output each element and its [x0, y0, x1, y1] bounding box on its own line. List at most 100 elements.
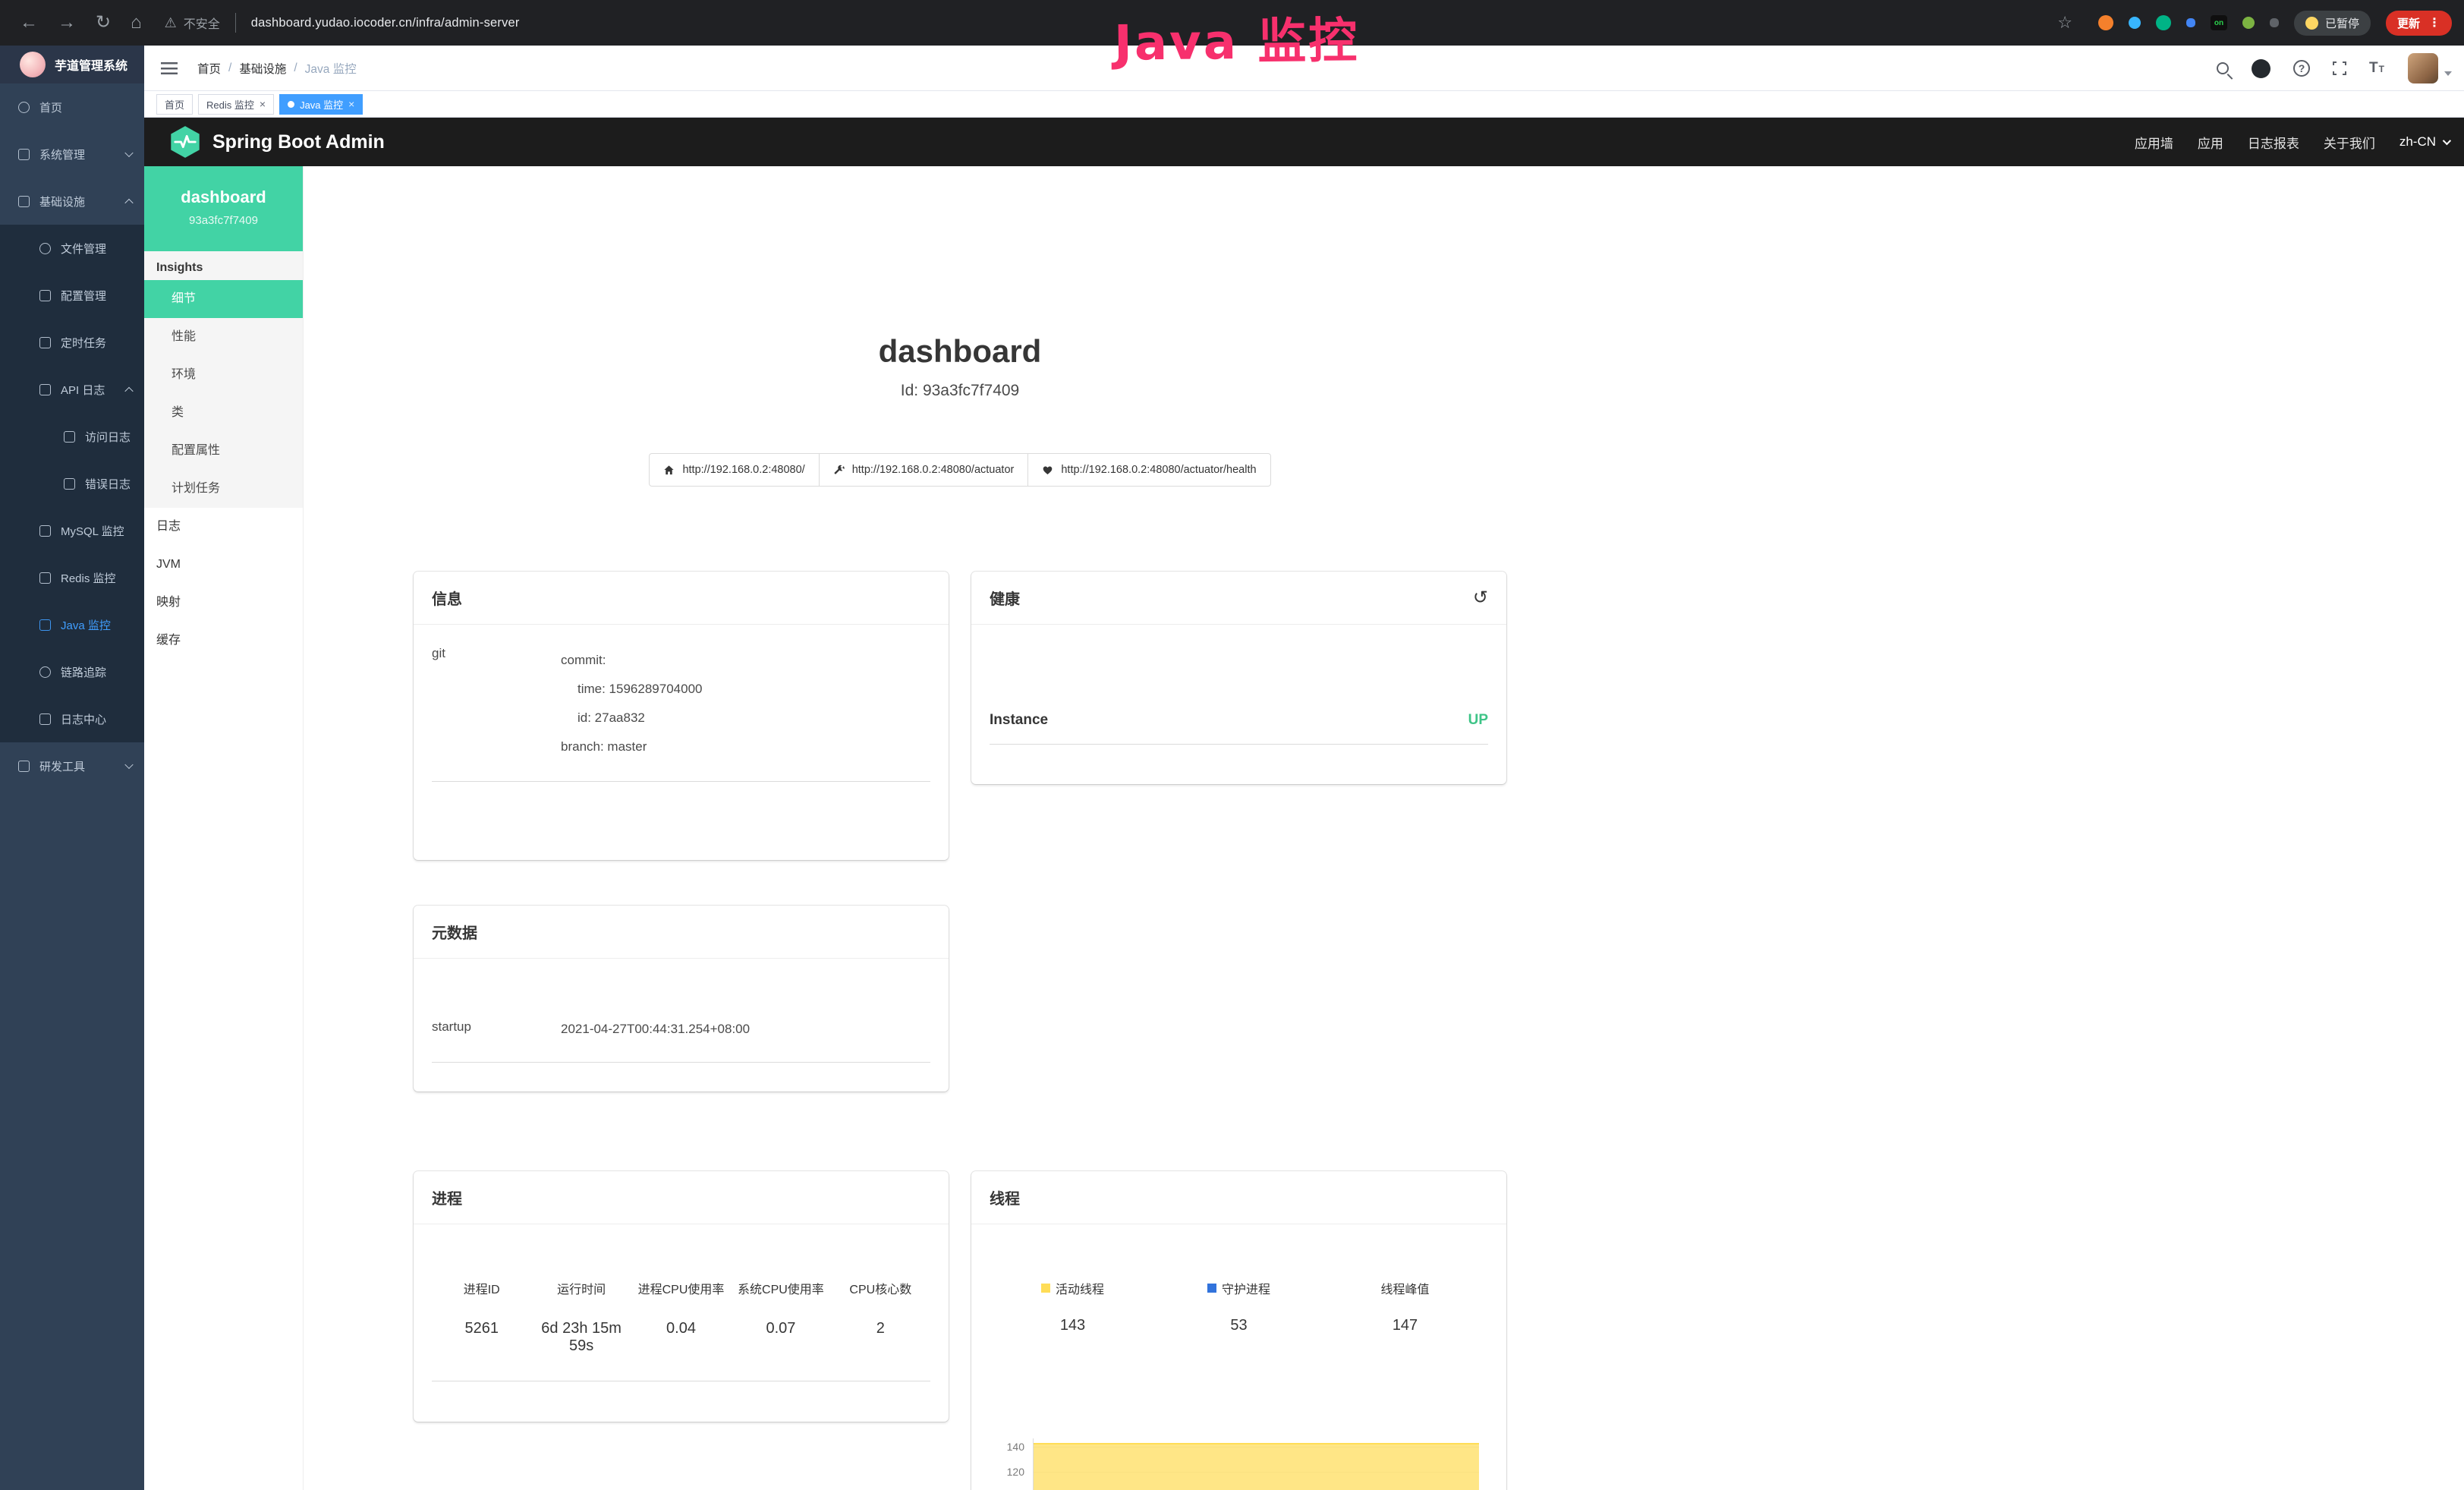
instance-name: dashboard	[144, 187, 303, 207]
sidebar-item-config-manage[interactable]: 配置管理	[0, 272, 144, 319]
home-icon	[663, 465, 675, 476]
breadcrumb-separator: /	[294, 61, 297, 75]
sba-item-jvm[interactable]: JVM	[144, 546, 303, 584]
warning-icon: ⚠	[165, 15, 177, 31]
instance-header: dashboard 93a3fc7f7409	[144, 166, 303, 251]
sidebar-item-file-manage[interactable]: 文件管理	[0, 225, 144, 272]
extension-icon-3[interactable]	[2156, 15, 2171, 30]
sidebar-item-error-logs[interactable]: 错误日志	[0, 460, 144, 507]
sidebar-item-infrastructure[interactable]: 基础设施	[0, 178, 144, 225]
site-security[interactable]: ⚠ 不安全	[165, 14, 220, 32]
wrench-icon	[833, 465, 845, 476]
sba-item-metrics[interactable]: 性能	[144, 318, 303, 356]
back-icon[interactable]: ←	[20, 0, 38, 46]
sidebar-item-access-logs[interactable]: 访问日志	[0, 413, 144, 460]
extension-icon-5[interactable]	[2242, 17, 2255, 29]
sba-item-details[interactable]: 细节	[144, 280, 303, 318]
health-card-title: 健康	[990, 587, 1020, 609]
user-menu[interactable]	[2408, 53, 2452, 83]
tag-home[interactable]: 首页	[156, 94, 193, 115]
fullscreen-icon[interactable]	[2333, 61, 2346, 75]
tag-redis-monitor[interactable]: Redis 监控 ×	[198, 94, 274, 115]
url-bar[interactable]: dashboard.yudao.iocoder.cn/infra/admin-s…	[251, 16, 520, 30]
actuator-url-button[interactable]: http://192.168.0.2:48080/actuator	[819, 453, 1029, 487]
sidebar-item-scheduled-tasks[interactable]: 定时任务	[0, 319, 144, 366]
threads-legend: 活动线程 143 守护进程 53	[990, 1279, 1488, 1334]
chevron-down-icon	[124, 761, 133, 769]
sba-nav-journal[interactable]: 日志报表	[2248, 133, 2299, 152]
sba-nav-about[interactable]: 关于我们	[2324, 133, 2375, 152]
security-label: 不安全	[184, 14, 220, 32]
close-icon[interactable]: ×	[348, 99, 354, 109]
close-icon[interactable]: ×	[260, 99, 266, 109]
github-icon[interactable]	[2252, 59, 2270, 78]
sidebar-item-mysql-monitor[interactable]: MySQL 监控	[0, 507, 144, 554]
service-url-button[interactable]: http://192.168.0.2:48080/	[649, 453, 819, 487]
trace-icon	[39, 666, 51, 678]
api-log-icon	[39, 384, 51, 395]
sba-content: dashboard Id: 93a3fc7f7409 http://192.16…	[304, 166, 2464, 1490]
health-url-button[interactable]: http://192.168.0.2:48080/actuator/health	[1027, 453, 1270, 487]
metadata-key: startup	[432, 1019, 561, 1039]
history-icon[interactable]: ↺	[1473, 589, 1488, 607]
sba-item-logs[interactable]: 日志	[144, 508, 303, 546]
browser-actions: ☆ on 已暂停 更新 ⋮	[2057, 0, 2452, 46]
bookmark-star-icon[interactable]: ☆	[2057, 13, 2072, 33]
threads-card: 线程 活动线程 143	[971, 1171, 1506, 1490]
help-icon[interactable]: ?	[2293, 60, 2310, 77]
sba-item-config-props[interactable]: 配置属性	[144, 432, 303, 470]
sba-nav-wallboard[interactable]: 应用墙	[2135, 133, 2173, 152]
extension-icon-2[interactable]	[2129, 17, 2141, 29]
sba-brand[interactable]: Spring Boot Admin	[170, 125, 385, 159]
sba-nav-applications[interactable]: 应用	[2198, 133, 2223, 152]
extension-icon-4[interactable]	[2186, 18, 2195, 27]
breadcrumb-infrastructure[interactable]: 基础设施	[239, 60, 286, 77]
extensions-puzzle-icon[interactable]	[2270, 18, 2279, 27]
font-size-icon[interactable]: TT	[2369, 60, 2385, 77]
yellow-legend-swatch	[1041, 1284, 1050, 1293]
process-stats: 进程ID 5261 运行时间 6d 23h 15m 59s 进程CPU使用率 0…	[432, 1279, 930, 1381]
sidebar-item-java-monitor[interactable]: Java 监控	[0, 601, 144, 648]
forward-icon[interactable]: →	[58, 0, 76, 46]
sba-item-environment[interactable]: 环境	[144, 356, 303, 394]
process-stat: 进程CPU使用率 0.04	[631, 1279, 731, 1355]
metadata-card: 元数据 startup 2021-04-27T00:44:31.254+08:0…	[414, 906, 949, 1092]
sba-item-scheduled[interactable]: 计划任务	[144, 470, 303, 508]
sidebar-item-api-logs[interactable]: API 日志	[0, 366, 144, 413]
sidebar-item-trace[interactable]: 链路追踪	[0, 648, 144, 695]
process-card: 进程 进程ID 5261 运行时间 6d 23h 15m 59s	[414, 1171, 949, 1422]
info-key: git	[432, 646, 561, 761]
app-title: 芋道管理系统	[55, 55, 127, 74]
app-logo-row[interactable]: 芋道管理系统	[0, 46, 144, 83]
avatar[interactable]	[2408, 53, 2438, 83]
sidebar-item-redis-monitor[interactable]: Redis 监控	[0, 554, 144, 601]
annotation-text: Java 监控	[1114, 2, 1360, 74]
search-icon[interactable]	[2217, 62, 2229, 74]
switch-extension-icon[interactable]: on	[2211, 15, 2227, 30]
health-instance-label: Instance	[990, 712, 1048, 729]
instance-id-line: Id: 93a3fc7f7409	[414, 382, 1506, 400]
profile-paused-badge[interactable]: 已暂停	[2294, 11, 2371, 36]
chevron-up-icon	[124, 387, 133, 395]
sba-item-mappings[interactable]: 映射	[144, 584, 303, 622]
breadcrumb-home[interactable]: 首页	[197, 60, 221, 77]
sidebar-item-log-center[interactable]: 日志中心	[0, 695, 144, 742]
sidebar-item-system[interactable]: 系统管理	[0, 131, 144, 178]
heart-icon	[1042, 465, 1053, 476]
hamburger-icon[interactable]	[161, 62, 178, 74]
locale-select[interactable]: zh-CN	[2399, 134, 2449, 150]
reload-icon[interactable]: ↻	[96, 0, 111, 46]
sba-nav: 应用墙 应用 日志报表 关于我们 zh-CN	[2135, 118, 2449, 166]
update-button[interactable]: 更新 ⋮	[2386, 11, 2452, 36]
instance-title: dashboard	[414, 332, 1506, 371]
threads-card-title: 线程	[990, 1186, 1020, 1208]
home-icon[interactable]: ⌂	[131, 0, 142, 46]
health-instance-row[interactable]: Instance UP	[990, 712, 1488, 745]
sba-item-classes[interactable]: 类	[144, 394, 303, 432]
sba-item-caches[interactable]: 缓存	[144, 622, 303, 660]
sidebar-item-devtools[interactable]: 研发工具	[0, 742, 144, 789]
extension-icon-1[interactable]	[2098, 15, 2113, 30]
sidebar-item-home[interactable]: 首页	[0, 83, 144, 131]
tag-java-monitor[interactable]: Java 监控 ×	[279, 94, 363, 115]
app-sidebar: 芋道管理系统 首页 系统管理 基础设施 文件管理 配置管理 定时任务 API 日…	[0, 46, 144, 1490]
